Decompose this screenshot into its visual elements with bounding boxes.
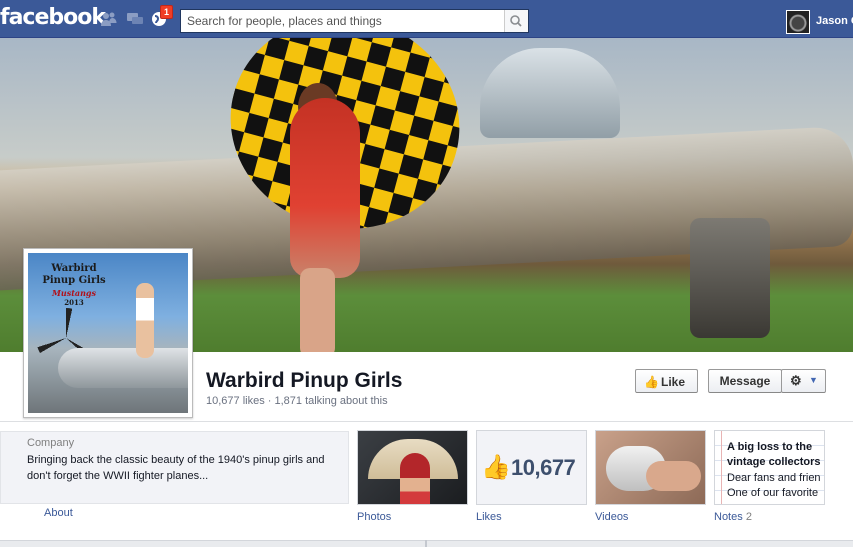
notification-badge: 1 <box>160 5 174 19</box>
thumbs-up-icon: 👍 <box>644 375 659 389</box>
note-title: A big loss to the vintage collectors <box>727 440 824 470</box>
chevron-down-icon: ▼ <box>809 375 818 385</box>
plane-shape <box>58 348 188 388</box>
section-divider <box>0 421 853 422</box>
profile-name-link[interactable]: Jason C <box>816 15 853 27</box>
notes-link[interactable]: Notes 2 <box>714 511 752 523</box>
likes-tile[interactable]: 👍 10,677 <box>476 430 587 505</box>
note-body: Dear fans and frien One of our favorite <box>727 471 824 501</box>
photos-link[interactable]: Photos <box>357 511 391 523</box>
notes-label: Notes <box>714 511 743 523</box>
videos-link[interactable]: Videos <box>595 511 628 523</box>
profile-logo-line3: Mustangs <box>52 288 96 298</box>
user-avatar[interactable] <box>786 10 810 34</box>
profile-logo-line2: Pinup Girls <box>42 275 106 286</box>
about-link[interactable]: About <box>44 507 73 519</box>
facebook-logo[interactable]: facebook <box>0 5 106 30</box>
search-icon <box>510 15 522 27</box>
videos-tile[interactable] <box>595 430 706 505</box>
cover-figure-leg <box>300 268 335 352</box>
note-title-line2: vintage collectors <box>727 456 821 468</box>
search-button[interactable] <box>504 10 528 32</box>
page-category: Company <box>27 437 75 449</box>
profile-logo-line4: 2013 <box>64 298 84 307</box>
notes-margin-line <box>721 431 722 504</box>
note-body-line1: Dear fans and frien <box>727 472 821 484</box>
likes-count: 10,677 <box>511 455 576 480</box>
cover-figure <box>290 98 360 278</box>
like-button[interactable]: 👍 Like <box>635 369 698 393</box>
likes-link[interactable]: Likes <box>476 511 502 523</box>
top-bar: facebook 1 Jason C <box>0 0 853 38</box>
notes-count: 2 <box>745 511 752 523</box>
pinup-figure <box>136 283 154 358</box>
messages-icon[interactable] <box>126 11 144 27</box>
note-title-line1: A big loss to the <box>727 441 813 453</box>
message-button[interactable]: Message <box>708 369 782 393</box>
friend-requests-icon[interactable] <box>100 11 118 27</box>
settings-menu-button[interactable]: ⚙ ▼ <box>781 369 826 393</box>
profile-picture[interactable]: Warbird Pinup Girls Mustangs 2013 <box>23 248 193 418</box>
gear-icon: ⚙ <box>790 373 802 388</box>
page-title[interactable]: Warbird Pinup Girls <box>206 369 402 393</box>
cover-canopy <box>480 48 620 138</box>
video-thumb-hand <box>646 461 701 491</box>
about-description: Bringing back the classic beauty of the … <box>27 454 325 482</box>
search-box <box>180 9 529 33</box>
photo-woman-shape <box>400 453 430 504</box>
profile-image: Warbird Pinup Girls Mustangs 2013 <box>28 253 188 413</box>
notes-tile[interactable]: A big loss to the vintage collectors Dea… <box>714 430 825 505</box>
likes-thumb-icon: 👍 <box>481 454 511 481</box>
search-input[interactable] <box>181 10 505 32</box>
like-button-label: Like <box>661 375 686 389</box>
profile-logo-line1: Warbird <box>51 263 97 274</box>
note-body-line2: One of our favorite <box>727 487 819 499</box>
cover-landing-gear <box>690 218 770 338</box>
timeline-spine <box>425 540 427 547</box>
page-stats: 10,677 likes · 1,871 talking about this <box>206 395 388 407</box>
photos-tile[interactable] <box>357 430 468 505</box>
